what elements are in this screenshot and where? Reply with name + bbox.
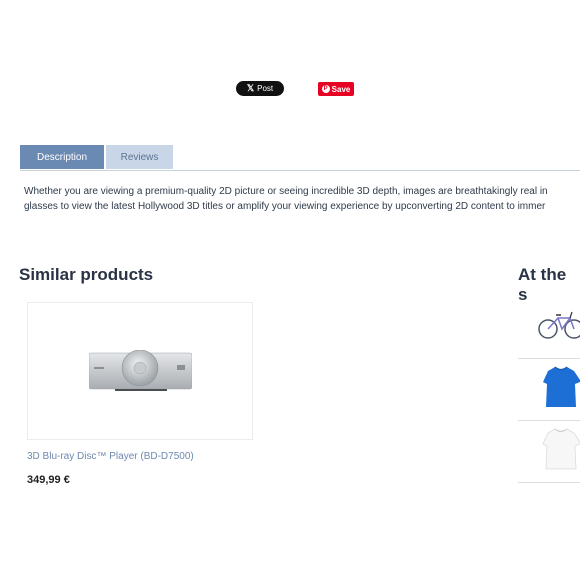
product-tabs: Description Reviews — [20, 145, 580, 171]
blue-tshirt-image[interactable] — [518, 358, 580, 420]
product-description: Whether you are viewing a premium-qualit… — [24, 184, 580, 214]
product-price: 349,99 € — [27, 474, 70, 486]
x-post-label: Post — [257, 84, 274, 93]
product-name-link[interactable]: 3D Blu-ray Disc™ Player (BD-D7500) — [27, 451, 194, 462]
sidebar-product-item[interactable] — [518, 296, 580, 359]
sidebar-product-item[interactable] — [518, 420, 580, 483]
x-post-button[interactable]: 𝕏 Post — [236, 81, 284, 96]
social-share-bar: 𝕏 Post P Save — [0, 81, 580, 97]
description-line: glasses to view the latest Hollywood 3D … — [24, 201, 546, 212]
product-card[interactable] — [27, 302, 253, 440]
tab-reviews[interactable]: Reviews — [106, 145, 173, 169]
pinterest-save-button[interactable]: P Save — [318, 82, 354, 96]
sidebar-product-item[interactable] — [518, 358, 580, 421]
x-logo-icon: 𝕏 — [246, 83, 255, 93]
description-line: Whether you are viewing a premium-qualit… — [24, 186, 548, 197]
bicycle-image[interactable] — [518, 296, 580, 358]
similar-products-title: Similar products — [19, 265, 154, 284]
pinterest-save-label: Save — [331, 84, 351, 94]
pinterest-logo-icon: P — [321, 85, 330, 93]
blu-ray-player-image[interactable] — [89, 350, 192, 392]
white-tshirt-image[interactable] — [518, 420, 580, 482]
tab-description[interactable]: Description — [20, 145, 104, 169]
